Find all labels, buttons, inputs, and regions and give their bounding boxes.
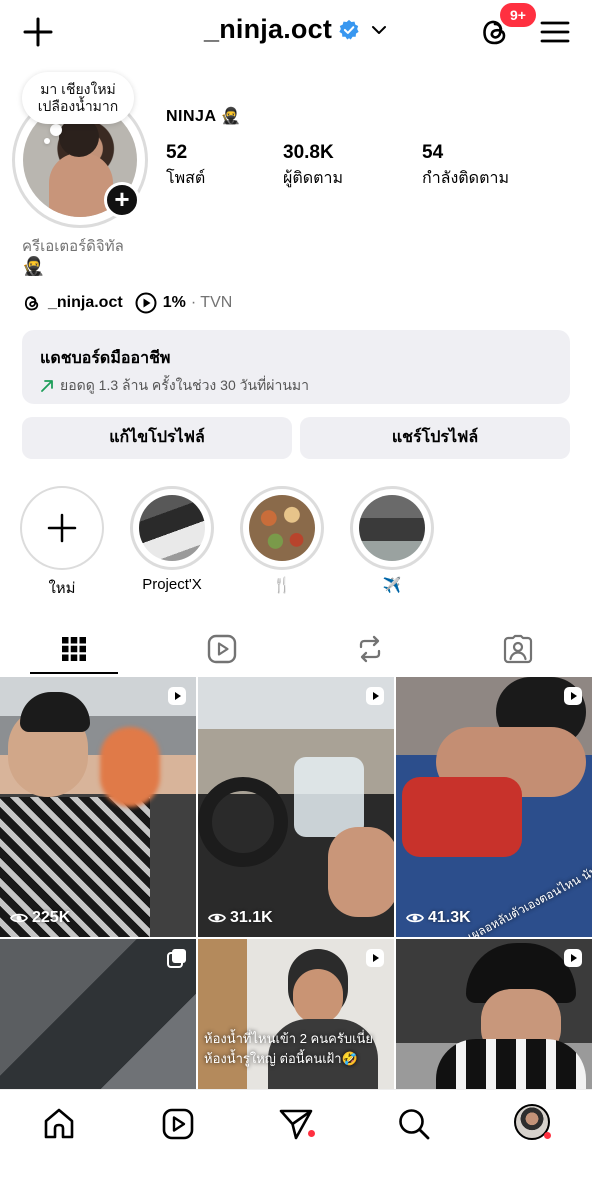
tab-reels[interactable] <box>148 622 296 676</box>
threads-handle-link[interactable]: _ninja.oct <box>48 294 123 312</box>
highlight-label: ✈️ <box>382 577 402 594</box>
eye-icon <box>208 913 226 923</box>
direct-messages-icon[interactable] <box>278 1106 314 1142</box>
profile-note[interactable]: มา เชียงใหม่ เปลืองน้ำมาก <box>22 72 134 124</box>
stat-followers-label: ผู้ติดตาม <box>283 170 344 187</box>
post-tile[interactable]: เผลอหลับตัวเองตอนไหน นับแล้วหรอวะ 🤣 41.3… <box>396 677 592 937</box>
post-views: 41.3K <box>406 909 471 927</box>
verified-badge-icon <box>339 19 359 39</box>
music-play-icon[interactable] <box>135 292 157 314</box>
profile-links-row: _ninja.oct 1% · TVN <box>22 290 232 316</box>
reel-icon <box>366 949 384 967</box>
post-caption-overlay-2: ห้องน้ำรูใหญ่ ต่อนี้คนเฝ้า🤣 <box>204 1051 358 1066</box>
post-tile[interactable]: 31.1K <box>198 677 394 937</box>
stat-following[interactable]: 54 กำลังติดตาม <box>422 142 509 191</box>
reels-icon <box>207 634 237 664</box>
profile-category: ครีเอเตอร์ดิจิทัล <box>22 238 124 255</box>
post-tile[interactable]: 225K <box>0 677 196 937</box>
plus-icon <box>47 513 77 543</box>
note-bubble-tail <box>50 124 62 136</box>
highlight-new-label: ใหม่ <box>48 580 76 597</box>
post-views-count: 41.3K <box>428 909 471 926</box>
tab-tagged[interactable] <box>444 622 592 676</box>
add-story-button[interactable]: + <box>104 182 140 218</box>
profile-username: _ninja.oct <box>203 14 333 44</box>
reel-icon <box>564 949 582 967</box>
highlight-new[interactable]: ใหม่ <box>20 486 104 600</box>
post-views-count: 31.1K <box>230 909 273 926</box>
reel-icon <box>366 687 384 705</box>
threads-notification-badge: 9+ <box>500 3 536 27</box>
reels-nav-icon[interactable] <box>160 1106 196 1142</box>
carousel-icon <box>167 949 186 968</box>
repost-icon <box>359 635 381 663</box>
top-header: _ninja.oct 9+ <box>0 0 592 64</box>
highlight-ring <box>130 486 214 570</box>
stat-posts-label: โพสต์ <box>166 170 206 187</box>
dashboard-subtitle: ยอดดู 1.3 ล้าน ครั้งในช่วง 30 วันที่ผ่าน… <box>60 377 309 393</box>
music-percent: 1% <box>162 294 186 311</box>
highlight-label: Project'X <box>142 576 202 593</box>
grid-icon <box>62 637 86 661</box>
dashboard-title: แดชบอร์ดมืออาชีพ <box>40 350 171 367</box>
active-tab-indicator <box>30 672 118 674</box>
post-caption-overlay-1: ห้องน้ำที่ไหนเข้า 2 คนครับเนี่ย <box>204 1031 374 1046</box>
highlight-cover <box>139 495 205 561</box>
stat-followers-value: 30.8K <box>283 142 334 163</box>
trend-up-icon <box>41 380 53 392</box>
highlight-label: 🍴 <box>272 577 292 594</box>
post-tile[interactable] <box>0 939 196 1089</box>
eye-icon <box>10 913 28 923</box>
stat-followers[interactable]: 30.8K ผู้ติดตาม <box>283 142 343 191</box>
stat-following-label: กำลังติดตาม <box>422 170 509 187</box>
tab-reposts[interactable] <box>296 622 444 676</box>
posts-grid: 225K 31.1K เผลอหลับตัวเองตอนไหน นับแล้วห… <box>0 677 592 1089</box>
reel-icon <box>168 687 186 705</box>
post-views-count: 225K <box>32 909 71 926</box>
post-views: 225K <box>10 909 70 927</box>
dashboard-subtitle-row: ยอดดู 1.3 ล้าน ครั้งในช่วง 30 วันที่ผ่าน… <box>40 375 552 397</box>
chevron-down-icon <box>372 25 387 34</box>
profile-notification-dot <box>544 1132 551 1139</box>
highlight-food[interactable]: 🍴 <box>240 486 324 594</box>
eye-icon <box>406 913 424 923</box>
stat-following-value: 54 <box>422 142 444 163</box>
menu-icon[interactable] <box>538 16 572 48</box>
tab-posts-grid[interactable] <box>0 622 148 676</box>
threads-link-icon <box>24 296 39 311</box>
bottom-navigation <box>0 1089 592 1200</box>
professional-dashboard[interactable]: แดชบอร์ดมืออาชีพ ยอดดู 1.3 ล้าน ครั้งในช… <box>22 330 570 404</box>
search-icon[interactable] <box>396 1106 432 1142</box>
display-name: NINJA 🥷 <box>166 108 242 125</box>
home-icon[interactable] <box>41 1106 77 1142</box>
stat-posts[interactable]: 52 โพสต์ <box>166 142 205 191</box>
tagged-icon <box>503 634 533 664</box>
edit-profile-button[interactable]: แก้ไขโปรไฟล์ <box>22 417 292 459</box>
highlight-projectx[interactable]: Project'X <box>130 486 214 593</box>
highlight-ring <box>350 486 434 570</box>
post-tile[interactable]: ห้องน้ำที่ไหนเข้า 2 คนครับเนี่ย ห้องน้ำร… <box>198 939 394 1089</box>
messages-notification-dot <box>308 1130 315 1137</box>
highlight-travel[interactable]: ✈️ <box>350 486 434 594</box>
post-views: 31.1K <box>208 909 273 927</box>
profile-bio: 🥷 <box>22 256 45 276</box>
highlight-cover <box>359 495 425 561</box>
post-tile[interactable] <box>396 939 592 1089</box>
music-source: · TVN <box>190 294 233 311</box>
highlight-cover <box>249 495 315 561</box>
reel-icon <box>564 687 582 705</box>
stat-posts-value: 52 <box>166 142 188 163</box>
highlight-new-ring <box>20 486 104 570</box>
profile-tabs <box>0 622 592 676</box>
share-profile-button[interactable]: แชร์โปรไฟล์ <box>300 417 570 459</box>
note-bubble-tail-small <box>44 138 50 144</box>
highlight-ring <box>240 486 324 570</box>
